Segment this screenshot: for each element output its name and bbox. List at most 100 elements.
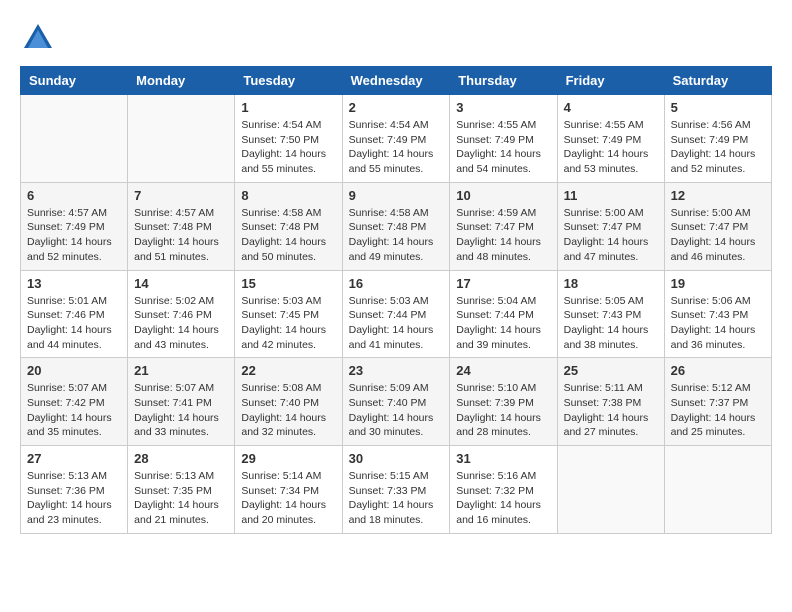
calendar-cell: 2 Sunrise: 4:54 AMSunset: 7:49 PMDaylight… bbox=[342, 95, 450, 183]
day-header-sunday: Sunday bbox=[21, 67, 128, 95]
calendar-table: SundayMondayTuesdayWednesdayThursdayFrid… bbox=[20, 66, 772, 534]
calendar-cell: 9Sunrise: 4:58 AMSunset: 7:48 PMDaylight… bbox=[342, 182, 450, 270]
calendar-cell: 30 Sunrise: 5:15 AMSunset: 7:33 PMDayligh… bbox=[342, 446, 450, 534]
day-info: Sunrise: 4:59 AMSunset: 7:47 PMDaylight:… bbox=[456, 206, 550, 265]
calendar-week-row: 20Sunrise: 5:07 AMSunset: 7:42 PMDayligh… bbox=[21, 358, 772, 446]
day-info: Sunrise: 5:10 AMSunset: 7:39 PMDaylight:… bbox=[456, 381, 550, 440]
calendar-cell bbox=[557, 446, 664, 534]
day-number: 22 bbox=[241, 363, 335, 378]
day-info: Sunrise: 4:58 AMSunset: 7:48 PMDaylight:… bbox=[241, 206, 335, 265]
day-info: Sunrise: 4:54 AMSunset: 7:49 PMDaylight:… bbox=[349, 118, 444, 177]
day-header-friday: Friday bbox=[557, 67, 664, 95]
day-info: Sunrise: 5:12 AMSunset: 7:37 PMDaylight:… bbox=[671, 381, 765, 440]
day-info: Sunrise: 5:15 AMSunset: 7:33 PMDaylight:… bbox=[349, 469, 444, 528]
day-number: 7 bbox=[134, 188, 228, 203]
day-number: 31 bbox=[456, 451, 550, 466]
day-number: 15 bbox=[241, 276, 335, 291]
calendar-week-row: 1Sunrise: 4:54 AMSunset: 7:50 PMDaylight… bbox=[21, 95, 772, 183]
day-number: 6 bbox=[27, 188, 121, 203]
day-info: Sunrise: 4:55 AMSunset: 7:49 PMDaylight:… bbox=[456, 118, 550, 177]
calendar-cell: 19Sunrise: 5:06 AMSunset: 7:43 PMDayligh… bbox=[664, 270, 771, 358]
day-header-monday: Monday bbox=[128, 67, 235, 95]
day-info: Sunrise: 4:56 AMSunset: 7:49 PMDaylight:… bbox=[671, 118, 765, 177]
calendar-cell: 11 Sunrise: 5:00 AMSunset: 7:47 PMDayligh… bbox=[557, 182, 664, 270]
calendar-cell: 14Sunrise: 5:02 AMSunset: 7:46 PMDayligh… bbox=[128, 270, 235, 358]
page-header bbox=[20, 20, 772, 56]
calendar-cell: 31 Sunrise: 5:16 AMSunset: 7:32 PMDayligh… bbox=[450, 446, 557, 534]
day-number: 23 bbox=[349, 363, 444, 378]
day-info: Sunrise: 5:04 AMSunset: 7:44 PMDaylight:… bbox=[456, 294, 550, 353]
day-info: Sunrise: 4:57 AMSunset: 7:49 PMDaylight:… bbox=[27, 206, 121, 265]
day-info: Sunrise: 5:08 AMSunset: 7:40 PMDaylight:… bbox=[241, 381, 335, 440]
day-number: 18 bbox=[564, 276, 658, 291]
day-info: Sunrise: 5:09 AMSunset: 7:40 PMDaylight:… bbox=[349, 381, 444, 440]
day-number: 10 bbox=[456, 188, 550, 203]
day-info: Sunrise: 5:13 AMSunset: 7:35 PMDaylight:… bbox=[134, 469, 228, 528]
calendar-cell: 7 Sunrise: 4:57 AMSunset: 7:48 PMDaylight… bbox=[128, 182, 235, 270]
day-number: 29 bbox=[241, 451, 335, 466]
calendar-cell: 10 Sunrise: 4:59 AMSunset: 7:47 PMDayligh… bbox=[450, 182, 557, 270]
day-number: 30 bbox=[349, 451, 444, 466]
day-info: Sunrise: 5:11 AMSunset: 7:38 PMDaylight:… bbox=[564, 381, 658, 440]
logo-icon bbox=[20, 20, 56, 56]
day-info: Sunrise: 5:14 AMSunset: 7:34 PMDaylight:… bbox=[241, 469, 335, 528]
logo bbox=[20, 20, 60, 56]
day-number: 25 bbox=[564, 363, 658, 378]
day-info: Sunrise: 5:00 AMSunset: 7:47 PMDaylight:… bbox=[564, 206, 658, 265]
calendar-cell: 23 Sunrise: 5:09 AMSunset: 7:40 PMDayligh… bbox=[342, 358, 450, 446]
day-number: 17 bbox=[456, 276, 550, 291]
day-info: Sunrise: 5:07 AMSunset: 7:41 PMDaylight:… bbox=[134, 381, 228, 440]
day-info: Sunrise: 5:06 AMSunset: 7:43 PMDaylight:… bbox=[671, 294, 765, 353]
calendar-cell bbox=[664, 446, 771, 534]
calendar-cell: 17 Sunrise: 5:04 AMSunset: 7:44 PMDayligh… bbox=[450, 270, 557, 358]
calendar-cell: 25 Sunrise: 5:11 AMSunset: 7:38 PMDayligh… bbox=[557, 358, 664, 446]
calendar-cell: 15Sunrise: 5:03 AMSunset: 7:45 PMDayligh… bbox=[235, 270, 342, 358]
day-info: Sunrise: 5:16 AMSunset: 7:32 PMDaylight:… bbox=[456, 469, 550, 528]
day-number: 5 bbox=[671, 100, 765, 115]
calendar-cell: 28 Sunrise: 5:13 AMSunset: 7:35 PMDayligh… bbox=[128, 446, 235, 534]
day-number: 11 bbox=[564, 188, 658, 203]
calendar-cell: 8 Sunrise: 4:58 AMSunset: 7:48 PMDaylight… bbox=[235, 182, 342, 270]
calendar-week-row: 6 Sunrise: 4:57 AMSunset: 7:49 PMDaylight… bbox=[21, 182, 772, 270]
day-info: Sunrise: 4:57 AMSunset: 7:48 PMDaylight:… bbox=[134, 206, 228, 265]
day-info: Sunrise: 5:02 AMSunset: 7:46 PMDaylight:… bbox=[134, 294, 228, 353]
calendar-cell: 1Sunrise: 4:54 AMSunset: 7:50 PMDaylight… bbox=[235, 95, 342, 183]
day-header-tuesday: Tuesday bbox=[235, 67, 342, 95]
calendar-week-row: 27Sunrise: 5:13 AMSunset: 7:36 PMDayligh… bbox=[21, 446, 772, 534]
calendar-cell bbox=[21, 95, 128, 183]
day-header-wednesday: Wednesday bbox=[342, 67, 450, 95]
calendar-cell: 13 Sunrise: 5:01 AMSunset: 7:46 PMDayligh… bbox=[21, 270, 128, 358]
day-info: Sunrise: 5:13 AMSunset: 7:36 PMDaylight:… bbox=[27, 469, 121, 528]
day-number: 13 bbox=[27, 276, 121, 291]
day-number: 21 bbox=[134, 363, 228, 378]
day-number: 9 bbox=[349, 188, 444, 203]
calendar-week-row: 13 Sunrise: 5:01 AMSunset: 7:46 PMDayligh… bbox=[21, 270, 772, 358]
day-number: 2 bbox=[349, 100, 444, 115]
day-number: 16 bbox=[349, 276, 444, 291]
day-info: Sunrise: 5:05 AMSunset: 7:43 PMDaylight:… bbox=[564, 294, 658, 353]
calendar-cell: 26 Sunrise: 5:12 AMSunset: 7:37 PMDayligh… bbox=[664, 358, 771, 446]
calendar-cell: 22 Sunrise: 5:08 AMSunset: 7:40 PMDayligh… bbox=[235, 358, 342, 446]
day-info: Sunrise: 5:03 AMSunset: 7:44 PMDaylight:… bbox=[349, 294, 444, 353]
calendar-cell: 20Sunrise: 5:07 AMSunset: 7:42 PMDayligh… bbox=[21, 358, 128, 446]
day-number: 4 bbox=[564, 100, 658, 115]
day-number: 3 bbox=[456, 100, 550, 115]
calendar-cell: 24 Sunrise: 5:10 AMSunset: 7:39 PMDayligh… bbox=[450, 358, 557, 446]
day-number: 24 bbox=[456, 363, 550, 378]
day-number: 26 bbox=[671, 363, 765, 378]
calendar-cell: 18 Sunrise: 5:05 AMSunset: 7:43 PMDayligh… bbox=[557, 270, 664, 358]
day-number: 8 bbox=[241, 188, 335, 203]
calendar-cell: 6 Sunrise: 4:57 AMSunset: 7:49 PMDaylight… bbox=[21, 182, 128, 270]
day-number: 28 bbox=[134, 451, 228, 466]
day-header-saturday: Saturday bbox=[664, 67, 771, 95]
calendar-cell: 27Sunrise: 5:13 AMSunset: 7:36 PMDayligh… bbox=[21, 446, 128, 534]
calendar-cell: 5 Sunrise: 4:56 AMSunset: 7:49 PMDaylight… bbox=[664, 95, 771, 183]
calendar-cell: 12Sunrise: 5:00 AMSunset: 7:47 PMDayligh… bbox=[664, 182, 771, 270]
day-info: Sunrise: 4:55 AMSunset: 7:49 PMDaylight:… bbox=[564, 118, 658, 177]
day-info: Sunrise: 5:01 AMSunset: 7:46 PMDaylight:… bbox=[27, 294, 121, 353]
day-header-thursday: Thursday bbox=[450, 67, 557, 95]
day-info: Sunrise: 5:07 AMSunset: 7:42 PMDaylight:… bbox=[27, 381, 121, 440]
day-number: 12 bbox=[671, 188, 765, 203]
calendar-cell: 3 Sunrise: 4:55 AMSunset: 7:49 PMDaylight… bbox=[450, 95, 557, 183]
calendar-cell bbox=[128, 95, 235, 183]
